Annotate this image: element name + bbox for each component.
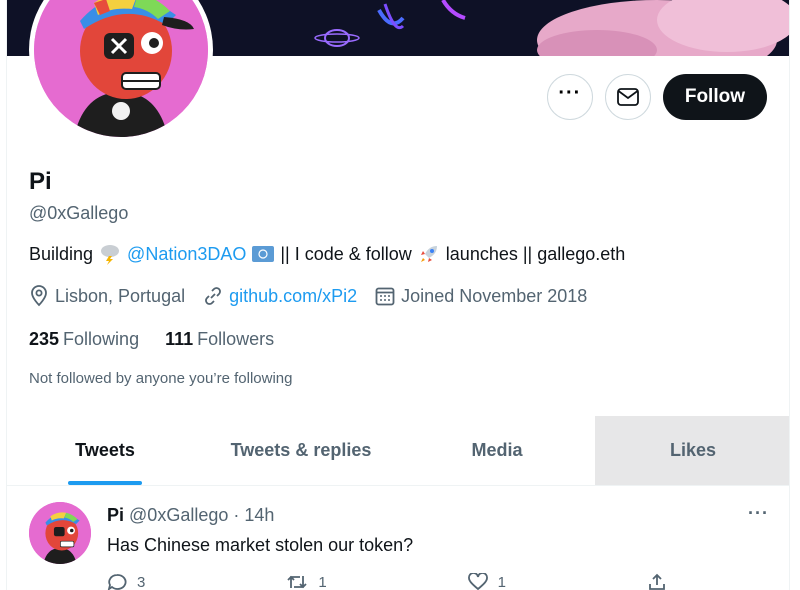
- retweet-button[interactable]: 1: [286, 573, 327, 590]
- followers-count: 111: [165, 329, 194, 349]
- avatar-character-icon: [29, 502, 91, 564]
- reply-icon: [107, 574, 127, 590]
- calendar-icon: [375, 287, 395, 306]
- location-text: Lisbon, Portugal: [55, 285, 186, 306]
- tab-tweets[interactable]: Tweets: [7, 416, 203, 485]
- bio-text-code: || I code & follow: [280, 243, 412, 264]
- bio-mention-link[interactable]: @Nation3DAO: [127, 244, 246, 265]
- profile-name: Pi: [29, 168, 52, 195]
- following-count: 235: [29, 329, 60, 349]
- profile-stats: 235 Following 111 Followers: [29, 329, 274, 350]
- rocket-icon: [418, 243, 440, 265]
- avatar-character-icon: [34, 0, 208, 137]
- joined-text: Joined November 2018: [401, 285, 588, 306]
- website-link[interactable]: github.com/xPi2: [229, 286, 357, 307]
- tweet-more-button[interactable]: ···: [748, 503, 769, 524]
- profile-location: Lisbon, Portugal: [29, 285, 185, 307]
- tweet-author-handle[interactable]: @0xGallego: [129, 505, 228, 525]
- tweet-text: Has Chinese market stolen our token?: [107, 535, 414, 555]
- profile-handle: @0xGallego: [29, 203, 129, 223]
- profile-avatar[interactable]: [29, 0, 213, 142]
- tab-tweets-replies[interactable]: Tweets & replies: [203, 416, 399, 485]
- bio-text-launches: launches || gallego.eth: [445, 243, 626, 264]
- tweet-item[interactable]: Pi @0xGallego · 14h ··· Has Chinese mark…: [7, 487, 789, 590]
- not-followed-note: Not followed by anyone you’re following: [29, 370, 293, 387]
- like-button[interactable]: 1: [467, 573, 506, 590]
- follow-button[interactable]: Follow: [662, 74, 767, 120]
- following-label: Following: [63, 329, 140, 349]
- link-icon: [205, 287, 222, 305]
- more-dots-icon: ···: [558, 82, 582, 104]
- share-button[interactable]: [647, 573, 667, 590]
- tab-likes[interactable]: Likes: [595, 416, 789, 485]
- tweet-author-name[interactable]: Pi: [107, 505, 124, 525]
- followers-label: Followers: [197, 329, 275, 349]
- retweet-icon: [287, 575, 307, 589]
- message-button[interactable]: [604, 74, 651, 120]
- tweet-actions: 3 1 1: [107, 573, 667, 590]
- like-icon: [467, 573, 488, 590]
- reply-count: 3: [137, 573, 146, 590]
- tweet-header: Pi @0xGallego · 14h: [107, 505, 274, 526]
- un-flag-icon: [252, 243, 275, 265]
- following-link[interactable]: 235 Following: [29, 329, 139, 350]
- profile-page: ··· Follow Pi @0xGallego Building @Natio…: [6, 0, 790, 590]
- profile-actions: ··· Follow: [546, 74, 767, 120]
- profile-website[interactable]: github.com/xPi2: [203, 286, 357, 307]
- share-icon: [649, 573, 665, 590]
- tweet-time[interactable]: 14h: [244, 505, 274, 525]
- tweet-separator: ·: [233, 505, 240, 525]
- profile-tabs: Tweets Tweets & replies Media Likes: [7, 416, 789, 486]
- retweet-count: 1: [318, 573, 327, 590]
- profile-bio: Building @Nation3DAO || I code & follow …: [29, 243, 625, 265]
- storm-cloud-icon: [99, 243, 121, 265]
- tweet-avatar[interactable]: [29, 502, 91, 564]
- like-count: 1: [497, 573, 506, 590]
- more-options-button[interactable]: ···: [546, 74, 593, 120]
- mail-icon: [616, 88, 639, 106]
- tab-media[interactable]: Media: [399, 416, 595, 485]
- profile-meta: Lisbon, Portugal github.com/xPi2 Joined …: [29, 285, 587, 307]
- bio-text-building: Building: [29, 243, 94, 264]
- followers-link[interactable]: 111 Followers: [165, 329, 274, 350]
- reply-button[interactable]: 3: [107, 573, 145, 590]
- profile-joined: Joined November 2018: [375, 286, 587, 307]
- location-icon: [31, 285, 47, 307]
